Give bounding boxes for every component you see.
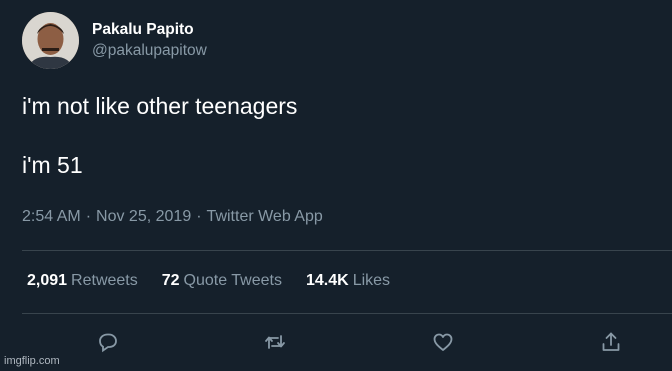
- avatar[interactable]: [22, 12, 79, 69]
- quote-tweets-count: 72: [161, 272, 180, 289]
- reply-icon: [99, 333, 117, 353]
- tweet-text: i'm not like other teenagers i'm 51: [22, 93, 298, 178]
- likes-label: Likes: [352, 272, 391, 289]
- like-button[interactable]: [429, 328, 457, 356]
- display-name[interactable]: Pakalu Papito: [92, 21, 207, 40]
- heart-icon: [433, 333, 453, 351]
- reply-button[interactable]: [94, 328, 122, 356]
- meta-separator: ·: [85, 208, 92, 225]
- likes-count: 14.4K: [305, 272, 349, 289]
- retweets-label: Retweets: [71, 272, 138, 289]
- tweet-card: Pakalu Papito @pakalupapitow i'm not lik…: [0, 0, 672, 371]
- user-handle[interactable]: @pakalupapitow: [92, 42, 207, 61]
- meta-separator: ·: [196, 208, 202, 225]
- retweet-icon: [265, 335, 285, 349]
- divider: [22, 313, 672, 314]
- tweet-time[interactable]: 2:54 AM: [22, 208, 81, 225]
- share-button[interactable]: [597, 328, 625, 356]
- tweet-source[interactable]: Twitter Web App: [207, 208, 323, 225]
- retweets-count: 2,091: [27, 272, 68, 289]
- tweet-date[interactable]: Nov 25, 2019: [96, 208, 191, 225]
- tweet-header: Pakalu Papito @pakalupapitow: [22, 12, 207, 69]
- quote-tweets-stat[interactable]: 72 Quote Tweets: [162, 272, 282, 290]
- tweet-stats: 2,091 Retweets 72 Quote Tweets 14.4K Likes: [27, 272, 414, 290]
- retweets-stat[interactable]: 2,091 Retweets: [27, 272, 138, 290]
- tweet-actions: [0, 328, 672, 358]
- divider: [22, 250, 672, 251]
- likes-stat[interactable]: 14.4K Likes: [306, 272, 390, 290]
- retweet-button[interactable]: [261, 328, 289, 356]
- quote-tweets-label: Quote Tweets: [183, 272, 282, 289]
- tweet-meta: 2:54 AM · Nov 25, 2019 · Twitter Web App: [22, 208, 323, 226]
- share-icon: [602, 332, 620, 351]
- watermark: imgflip.com: [4, 355, 60, 367]
